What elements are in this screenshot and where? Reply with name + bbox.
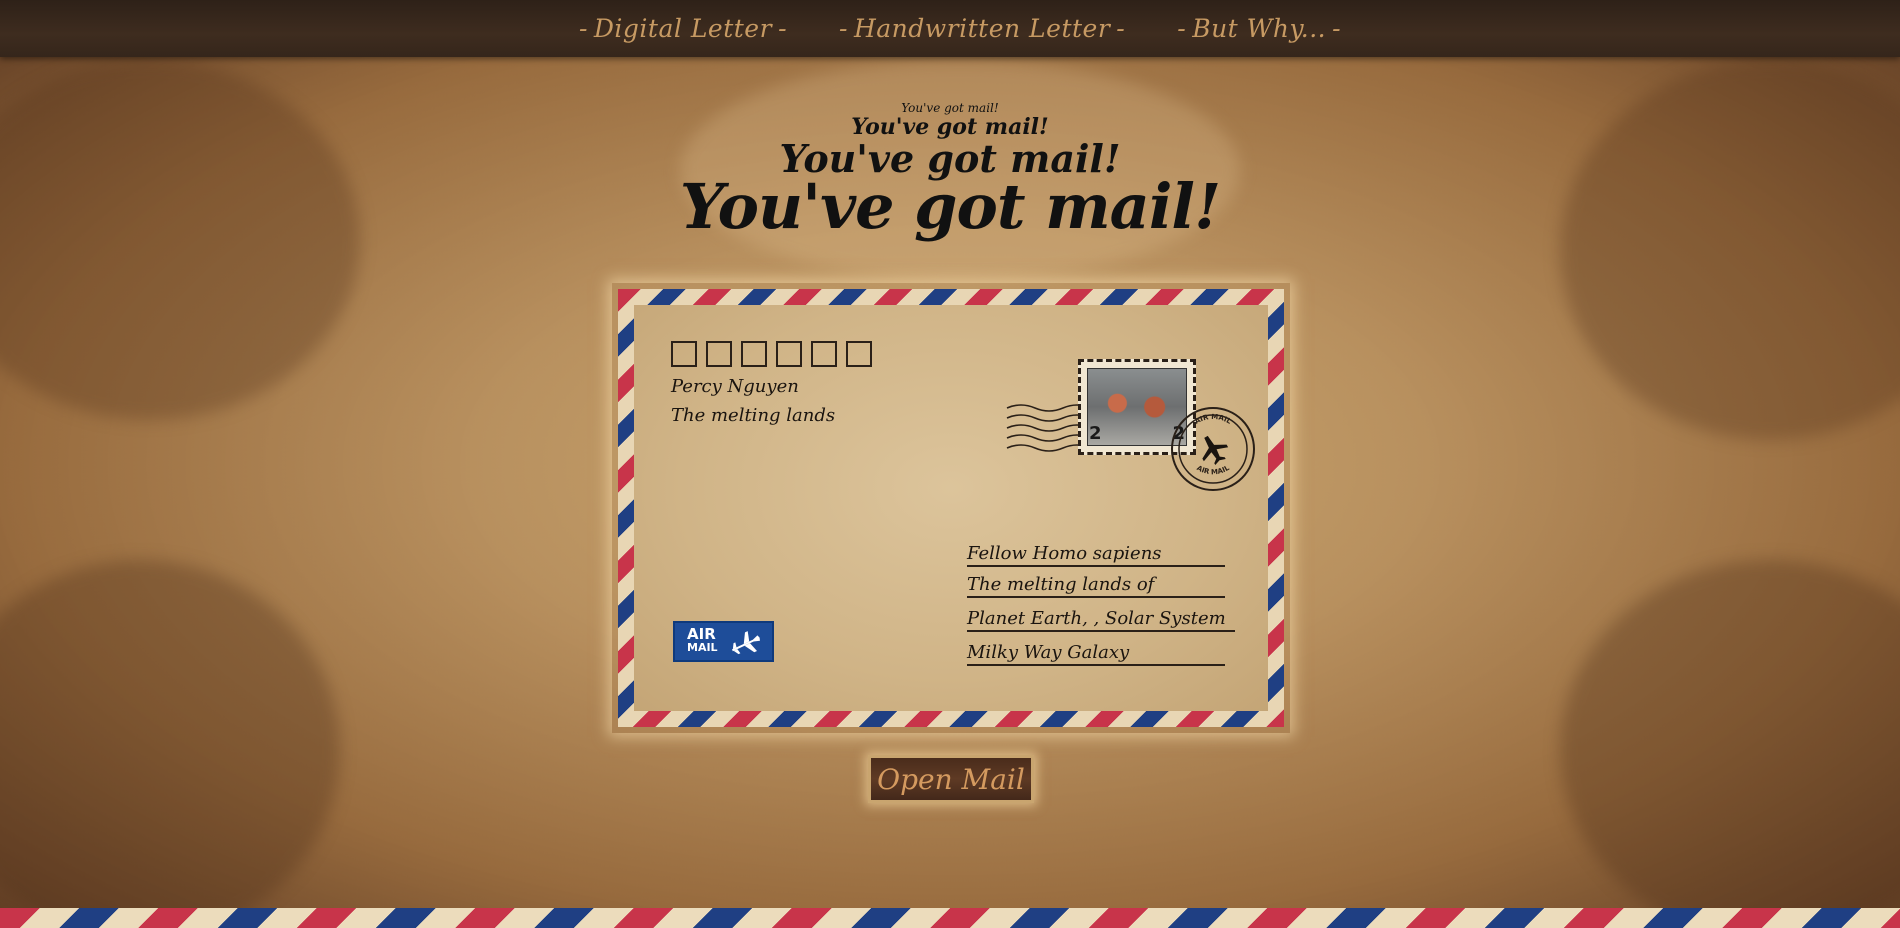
headline-small: You've got mail!: [901, 101, 999, 115]
zip-box: [776, 341, 802, 367]
airmail-label: AIR MAIL: [673, 621, 774, 662]
airmail-label-text: AIR MAIL: [687, 625, 718, 655]
nav-dash: -: [839, 14, 848, 43]
airmail-stripe-border: [0, 908, 1900, 928]
zip-box: [811, 341, 837, 367]
nav-dash: -: [1116, 14, 1126, 43]
nav-dash: -: [578, 14, 588, 43]
recipient-line-2: The melting lands of: [967, 574, 1225, 598]
open-mail-button-label: Open Mail: [877, 762, 1025, 796]
nav-but-why[interactable]: - But Why... -: [1171, 14, 1347, 43]
nav-dash: -: [1177, 14, 1187, 43]
envelope-airmail-border: Percy Nguyen The melting lands 2 2 AIR M…: [618, 289, 1284, 727]
zip-code-boxes: [671, 341, 872, 367]
envelope-body: Percy Nguyen The melting lands 2 2 AIR M…: [634, 305, 1268, 711]
recipient-line-3: Planet Earth, , Solar System: [967, 608, 1235, 632]
sender-address: The melting lands: [671, 405, 836, 426]
nav-dash: -: [778, 14, 788, 43]
stamp-value-left: 2: [1089, 423, 1102, 444]
recipient-line-4: Milky Way Galaxy: [967, 642, 1225, 666]
sender-name: Percy Nguyen: [671, 376, 799, 397]
zip-box: [706, 341, 732, 367]
recipient-line-1: Fellow Homo sapiens: [967, 543, 1225, 567]
top-navigation: - Digital Letter - - Handwritten Letter - -B…: [0, 0, 1900, 57]
nav-dash: -: [1332, 14, 1342, 43]
airmail-label-line-1: AIR: [687, 625, 716, 643]
svg-text:AIR MAIL: AIR MAIL: [1195, 464, 1231, 477]
airplane-icon: [1202, 435, 1229, 465]
zip-box: [741, 341, 767, 367]
envelope: Percy Nguyen The melting lands 2 2 AIR M…: [612, 283, 1290, 733]
open-mail-button[interactable]: Open Mail: [868, 755, 1034, 803]
postmark-text-top: AIR MAIL: [1193, 413, 1233, 426]
airmail-label-line-2: MAIL: [687, 641, 718, 654]
zip-box: [671, 341, 697, 367]
nav-digital-letter-label: Digital Letter: [593, 14, 773, 43]
headline-main: You've got mail!: [679, 170, 1221, 243]
postmark-text-bottom: AIR MAIL: [1195, 464, 1231, 477]
nav-handwritten-letter-label: Handwritten Letter: [853, 14, 1111, 43]
background-stain: [0, 560, 340, 928]
postmark-airmail-icon: AIR MAIL AIR MAIL: [1171, 407, 1255, 491]
zip-box: [846, 341, 872, 367]
nav-but-why-label: But Why...: [1192, 14, 1327, 43]
svg-text:AIR MAIL: AIR MAIL: [1193, 413, 1233, 426]
nav-digital-letter[interactable]: - Digital Letter -: [573, 14, 793, 43]
background-stain: [1560, 560, 1900, 928]
airplane-icon: [731, 631, 760, 655]
nav-handwritten-letter[interactable]: - Handwritten Letter -: [833, 14, 1131, 43]
